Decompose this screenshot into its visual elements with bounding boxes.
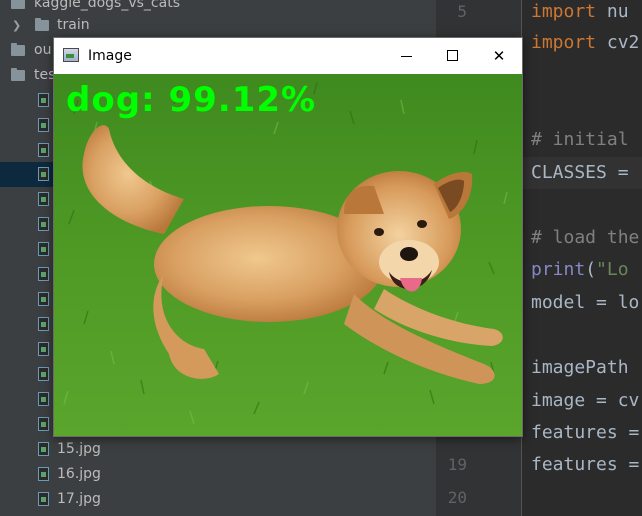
image-window[interactable]: Image ✕ dog: 99.12% <box>53 37 523 437</box>
minimize-button[interactable] <box>384 38 430 74</box>
folder-icon <box>11 43 25 56</box>
code-line: CLASSES = <box>531 162 629 183</box>
image-file-icon <box>38 392 49 406</box>
folder-icon <box>35 18 49 31</box>
image-canvas: dog: 99.12% <box>54 74 522 436</box>
close-button[interactable]: ✕ <box>476 38 522 74</box>
code-line-comment: # load the <box>531 227 640 248</box>
image-file-icon <box>38 93 49 107</box>
code-line: import nu <box>531 1 629 22</box>
code-line: import cv2 <box>531 32 640 53</box>
folder-icon <box>11 68 25 81</box>
maximize-button[interactable] <box>430 38 476 74</box>
image-file-icon <box>38 192 49 206</box>
code-line: model = lo <box>531 292 640 313</box>
image-file-icon <box>38 143 49 157</box>
line-number: 5 <box>457 2 467 21</box>
prediction-label: dog: 99.12% <box>66 80 317 120</box>
image-file-icon <box>38 317 49 331</box>
line-number: 19 <box>447 455 467 474</box>
tree-item-train[interactable]: ❯ train <box>0 13 436 38</box>
image-file-icon <box>38 118 49 132</box>
image-file-icon <box>38 367 49 381</box>
image-file-icon <box>38 217 49 231</box>
tree-item-label: 16.jpg <box>57 466 101 482</box>
window-title: Image <box>88 48 132 64</box>
image-file-icon <box>38 242 49 256</box>
image-file-icon <box>38 467 49 481</box>
image-file-icon <box>38 267 49 281</box>
chevron-right-icon[interactable]: ❯ <box>12 13 21 38</box>
image-file-icon <box>38 492 49 506</box>
image-file-icon <box>38 342 49 356</box>
code-line: image = cv <box>531 390 640 411</box>
line-number: 20 <box>447 488 467 507</box>
tree-item-17-jpg[interactable]: 17.jpg <box>0 487 436 512</box>
maximize-icon <box>447 50 458 61</box>
code-line: features = <box>531 454 640 475</box>
tree-item-15-jpg[interactable]: 15.jpg <box>0 437 436 462</box>
code-line: features = <box>531 422 640 443</box>
tree-item-label: 15.jpg <box>57 441 101 457</box>
dog-photo <box>54 74 522 436</box>
minimize-icon <box>401 56 412 57</box>
code-line-comment: # initial <box>531 129 629 150</box>
close-icon: ✕ <box>492 47 506 65</box>
tree-item-16-jpg[interactable]: 16.jpg <box>0 462 436 487</box>
tree-item-label: ou <box>34 42 52 58</box>
image-file-icon <box>38 167 49 181</box>
window-titlebar[interactable]: Image ✕ <box>54 38 522 74</box>
folder-icon <box>11 0 25 9</box>
tree-item-label: train <box>57 17 90 33</box>
code-line: imagePath <box>531 357 629 378</box>
tree-item-label: 17.jpg <box>57 491 101 507</box>
code-line: print("Lo <box>531 259 629 280</box>
window-app-icon <box>63 48 79 62</box>
image-file-icon <box>38 417 49 431</box>
image-file-icon <box>38 292 49 306</box>
image-file-icon <box>38 442 49 456</box>
